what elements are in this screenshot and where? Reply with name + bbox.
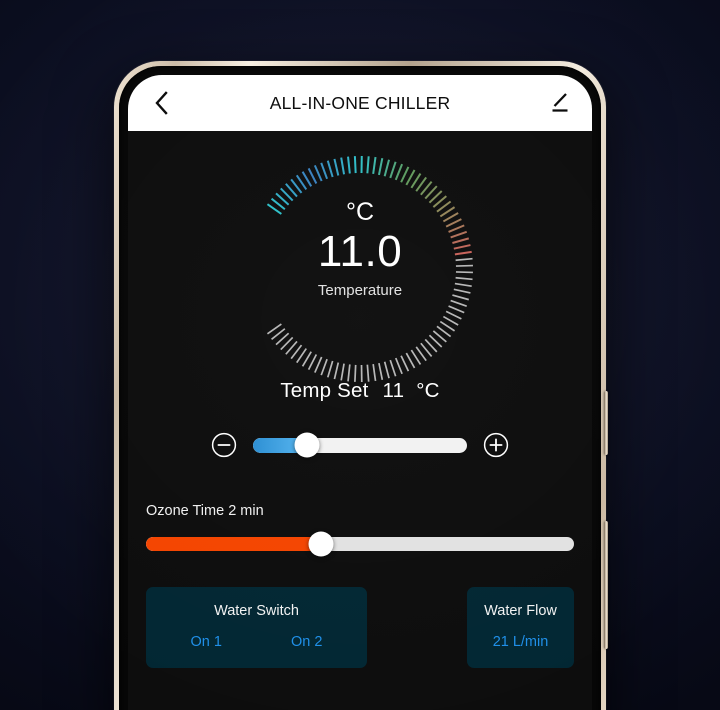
water-switch-values: On 1 On 2 xyxy=(156,634,357,650)
water-flow-value[interactable]: 21 L/min xyxy=(493,634,549,650)
temp-slider[interactable] xyxy=(253,429,467,461)
water-switch-on2[interactable]: On 2 xyxy=(291,634,322,650)
plus-circle-icon xyxy=(483,432,509,458)
temp-increase-button[interactable] xyxy=(483,432,509,458)
ozone-slider-knob[interactable] xyxy=(308,531,334,557)
pencil-edit-icon xyxy=(552,93,567,112)
ozone-slider-track[interactable] xyxy=(146,537,574,551)
edit-button[interactable] xyxy=(542,86,576,120)
ozone-time-label: Ozone Time 2 min xyxy=(146,503,264,519)
back-button[interactable] xyxy=(144,86,178,120)
phone-screen: ALL-IN-ONE CHILLER °C 11.0 Temperature T… xyxy=(128,75,592,710)
temp-decrease-button[interactable] xyxy=(211,432,237,458)
power-button[interactable] xyxy=(604,521,608,649)
chevron-left-icon xyxy=(154,91,168,115)
water-flow-values: 21 L/min xyxy=(477,634,564,650)
water-switch-on1[interactable]: On 1 xyxy=(191,634,222,650)
water-flow-title: Water Flow xyxy=(484,603,557,619)
temp-slider-track[interactable] xyxy=(253,437,467,453)
page-title: ALL-IN-ONE CHILLER xyxy=(269,92,451,113)
water-switch-card[interactable]: Water Switch On 1 On 2 xyxy=(146,587,367,668)
device-cards: Water Switch On 1 On 2 Water Flow 21 L/m… xyxy=(138,587,582,668)
water-switch-title: Water Switch xyxy=(214,603,299,619)
app-header: ALL-IN-ONE CHILLER xyxy=(128,75,592,131)
phone-device-frame: ALL-IN-ONE CHILLER °C 11.0 Temperature T… xyxy=(114,61,608,710)
temperature-gauge: °C 11.0 Temperature xyxy=(244,153,476,383)
gauge-tick-ring xyxy=(266,155,473,383)
wallpaper-backdrop: ALL-IN-ONE CHILLER °C 11.0 Temperature T… xyxy=(0,0,720,710)
app-body: °C 11.0 Temperature Temp Set 11 °C Ozone… xyxy=(128,153,592,710)
phone-bezel: ALL-IN-ONE CHILLER °C 11.0 Temperature T… xyxy=(119,66,601,710)
volume-button[interactable] xyxy=(604,391,608,455)
ozone-section: Ozone Time 2 min xyxy=(138,503,582,557)
water-flow-card[interactable]: Water Flow 21 L/min xyxy=(467,587,574,668)
temp-slider-row xyxy=(138,429,582,461)
ozone-slider-fill xyxy=(146,537,322,551)
minus-circle-icon xyxy=(211,432,237,458)
temp-slider-knob[interactable] xyxy=(294,432,319,458)
ozone-slider[interactable] xyxy=(146,531,574,557)
